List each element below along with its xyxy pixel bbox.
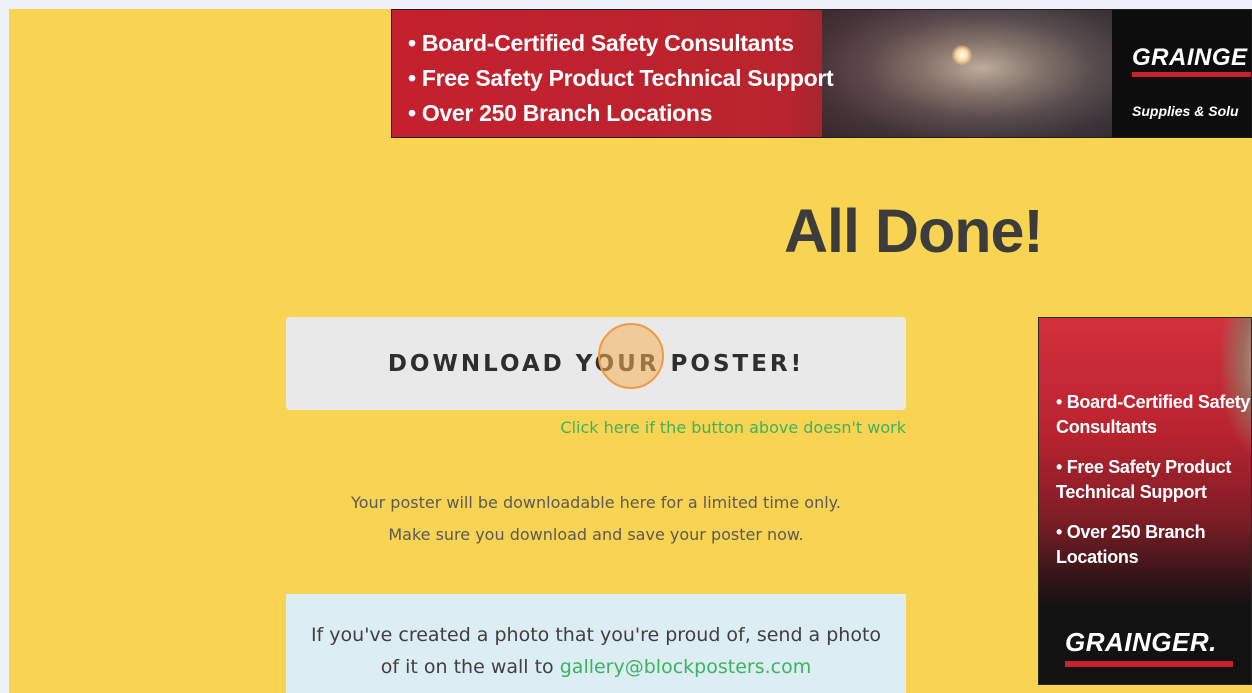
- welder-photo: [822, 10, 1112, 137]
- notice-save-now: Make sure you download and save your pos…: [388, 525, 804, 544]
- download-poster-button[interactable]: DOWNLOAD YOUR POSTER!: [286, 317, 906, 410]
- notice-limited-time: Your poster will be downloadable here fo…: [351, 493, 841, 512]
- top-banner-ad[interactable]: • Board-Certified Safety Consultants • F…: [391, 9, 1252, 138]
- gallery-info-box: If you've created a photo that you're pr…: [286, 594, 906, 693]
- top-ad-brand-logo: GRAINGE: [1132, 44, 1248, 71]
- top-ad-bullet: • Over 250 Branch Locations: [408, 100, 713, 126]
- fallback-download-link[interactable]: Click here if the button above doesn't w…: [560, 418, 906, 437]
- welding-spark: [952, 45, 972, 65]
- top-ad-bullet: • Board-Certified Safety Consultants: [408, 30, 794, 56]
- gallery-text-line2: of it on the wall to gallery@blockposter…: [286, 651, 906, 683]
- gallery-text-line1: If you've created a photo that you're pr…: [310, 624, 882, 646]
- top-ad-brand-bar: [1132, 72, 1251, 77]
- page-title: All Done!: [784, 197, 1044, 265]
- page: • Board-Certified Safety Consultants • F…: [9, 9, 1252, 693]
- gallery-email-link[interactable]: gallery@blockposters.com: [560, 656, 811, 678]
- side-ad-brand-bar: [1065, 661, 1233, 667]
- side-ad-bullet: • Board-Certified Safety Consultants: [1056, 392, 1251, 437]
- side-banner-ad[interactable]: • Board-Certified Safety Consultants • F…: [1038, 317, 1252, 685]
- side-ad-bullet: • Over 250 Branch Locations: [1056, 522, 1206, 567]
- gallery-text-prefix: of it on the wall to: [380, 656, 560, 678]
- top-ad-tagline: Supplies & Solu: [1132, 103, 1239, 119]
- side-ad-bullets: • Board-Certified Safety Consultants • F…: [1056, 390, 1251, 585]
- side-ad-bullet: • Free Safety Product Technical Support: [1056, 457, 1232, 502]
- side-ad-brand-logo: GRAINGER.: [1065, 627, 1217, 657]
- top-ad-bullet: • Free Safety Product Technical Support: [408, 65, 834, 91]
- top-ad-bullets: • Board-Certified Safety Consultants • F…: [408, 26, 834, 131]
